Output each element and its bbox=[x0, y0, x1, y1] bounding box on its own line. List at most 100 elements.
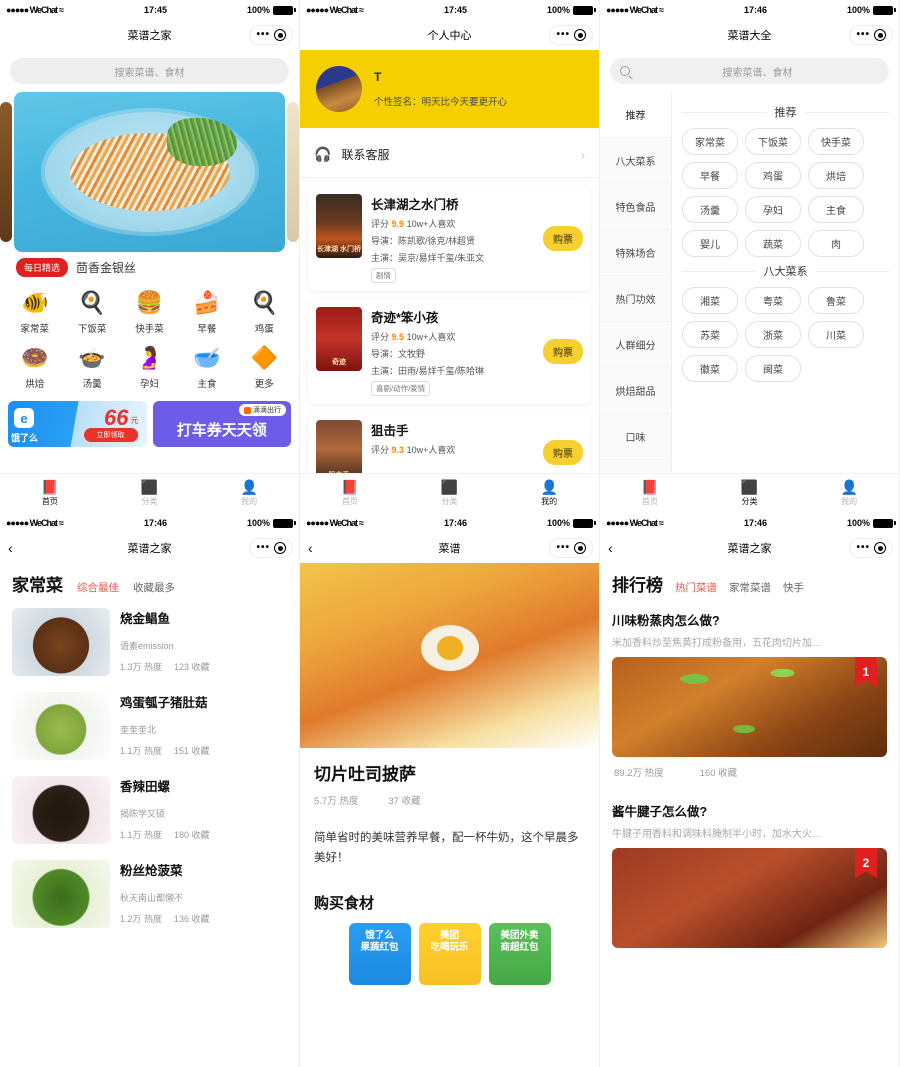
tab-home[interactable]: 📕 首页 bbox=[300, 474, 400, 513]
shop-card-meituan[interactable]: 美团 吃喝玩乐 bbox=[419, 923, 481, 985]
close-target-icon[interactable] bbox=[574, 29, 586, 41]
close-target-icon[interactable] bbox=[274, 542, 286, 554]
buy-ticket-button[interactable]: 购票 bbox=[543, 339, 583, 364]
sidebar-item-taste[interactable]: 口味 bbox=[600, 414, 671, 460]
banner-eleme[interactable]: e 饿了么 66 元 立即领取 bbox=[8, 401, 147, 447]
tag-pill[interactable]: 湘菜 bbox=[682, 287, 738, 314]
sidebar-item-demographics[interactable]: 人群细分 bbox=[600, 322, 671, 368]
tag-pill[interactable]: 徽菜 bbox=[682, 355, 738, 382]
list-item[interactable]: 烧金鲳鱼 语素emission 1.3万 热度 123 收藏 bbox=[0, 602, 299, 686]
category-item-staple[interactable]: 🥣 主食 bbox=[178, 340, 235, 393]
search-input[interactable]: 搜索菜谱、食材 bbox=[610, 58, 889, 84]
carousel-slide-image[interactable] bbox=[14, 92, 285, 252]
banner-didi[interactable]: 滴滴出行 打车券天天领 bbox=[153, 401, 292, 447]
tag-pill[interactable]: 下饭菜 bbox=[745, 128, 801, 155]
search-input[interactable]: 搜索菜谱、食材 bbox=[10, 58, 289, 84]
daily-pick-row[interactable]: 每日精选 茴香金银丝 bbox=[0, 252, 299, 279]
category-item-baking[interactable]: 🍩 烘焙 bbox=[6, 340, 63, 393]
tab-category[interactable]: ⬛ 分类 bbox=[400, 474, 500, 513]
sort-tab-best[interactable]: 综合最佳 bbox=[77, 580, 119, 595]
tag-pill[interactable]: 闽菜 bbox=[745, 355, 801, 382]
tag-pill[interactable]: 浙菜 bbox=[745, 321, 801, 348]
sidebar-item-special-occasion[interactable]: 特殊场合 bbox=[600, 230, 671, 276]
buy-ticket-button[interactable]: 购票 bbox=[543, 226, 583, 251]
tab-category[interactable]: ⬛ 分类 bbox=[100, 474, 200, 513]
tag-pill[interactable]: 家常菜 bbox=[682, 128, 738, 155]
more-dots-icon[interactable]: ••• bbox=[856, 543, 870, 553]
tab-profile[interactable]: 👤 我的 bbox=[799, 474, 899, 513]
more-dots-icon[interactable]: ••• bbox=[256, 543, 270, 553]
wechat-capsule[interactable]: ••• bbox=[549, 25, 593, 45]
wechat-capsule[interactable]: ••• bbox=[249, 25, 293, 45]
tag-pill[interactable]: 鸡蛋 bbox=[745, 162, 801, 189]
avatar[interactable] bbox=[316, 66, 362, 112]
more-dots-icon[interactable]: ••• bbox=[556, 543, 570, 553]
tag-pill[interactable]: 主食 bbox=[808, 196, 864, 223]
shop-card-eleme[interactable]: 饿了么 果蔬红包 bbox=[349, 923, 411, 985]
ranking-item[interactable]: 酱牛腱子怎么做? 牛腱子用香料和调味料腌制半小时，加水大火… 2 bbox=[600, 779, 899, 948]
sidebar-item-popular-effects[interactable]: 热门功效 bbox=[600, 276, 671, 322]
hero-carousel[interactable] bbox=[0, 92, 299, 252]
tag-pill[interactable]: 早餐 bbox=[682, 162, 738, 189]
tab-category[interactable]: ⬛ 分类 bbox=[700, 474, 800, 513]
wechat-capsule[interactable]: ••• bbox=[549, 538, 593, 558]
category-item-more[interactable]: 🔶 更多 bbox=[236, 340, 293, 393]
list-item[interactable]: 粉丝炝菠菜 秋天南山都懒不 1.2万 热度 136 收藏 bbox=[0, 854, 299, 938]
sidebar-item-eight-cuisines[interactable]: 八大菜系 bbox=[600, 138, 671, 184]
wechat-capsule[interactable]: ••• bbox=[849, 25, 893, 45]
list-item[interactable]: 鸡蛋瓠子猪肚菇 奎奎奎北 1.1万 热度 151 收藏 bbox=[0, 686, 299, 770]
wechat-capsule[interactable]: ••• bbox=[249, 538, 293, 558]
carousel-peek-right[interactable] bbox=[287, 102, 299, 242]
more-dots-icon[interactable]: ••• bbox=[856, 30, 870, 40]
tag-pill[interactable]: 川菜 bbox=[808, 321, 864, 348]
back-icon[interactable]: ‹ bbox=[308, 541, 313, 555]
tab-profile[interactable]: 👤 我的 bbox=[199, 474, 299, 513]
tag-pill[interactable]: 蔬菜 bbox=[745, 230, 801, 257]
shop-card-meituan-waimai[interactable]: 美团外卖 商超红包 bbox=[489, 923, 551, 985]
tag-pill[interactable]: 苏菜 bbox=[682, 321, 738, 348]
movie-card[interactable]: 奇迹 奇迹*笨小孩 评分 9.5 10w+人喜欢 导演：文牧野 主演：田雨/易烊… bbox=[308, 299, 591, 404]
sidebar-item-baking-desserts[interactable]: 烘焙甜品 bbox=[600, 368, 671, 414]
back-icon[interactable]: ‹ bbox=[608, 541, 613, 555]
close-target-icon[interactable] bbox=[874, 29, 886, 41]
category-item-home-cooking[interactable]: 🐠 家常菜 bbox=[6, 285, 63, 338]
sort-tab-most-favorited[interactable]: 收藏最多 bbox=[133, 580, 175, 595]
tab-quick-recipes[interactable]: 快手 bbox=[783, 580, 804, 595]
category-item-breakfast[interactable]: 🍰 早餐 bbox=[178, 285, 235, 338]
list-item[interactable]: 香辣田螺 揭陈学又硕 1.1万 热度 180 收藏 bbox=[0, 770, 299, 854]
category-item-pregnant[interactable]: 🤰 孕妇 bbox=[121, 340, 178, 393]
close-target-icon[interactable] bbox=[874, 542, 886, 554]
tag-pill[interactable]: 汤羹 bbox=[682, 196, 738, 223]
tag-pill[interactable]: 婴儿 bbox=[682, 230, 738, 257]
ranking-item[interactable]: 川味粉蒸肉怎么做? 米加香料炒至焦黄打成粉备用，五花肉切片加… 1 89.2万 … bbox=[600, 600, 899, 779]
tab-home[interactable]: 📕 首页 bbox=[600, 474, 700, 513]
sidebar-item-recommend[interactable]: 推荐 bbox=[600, 92, 671, 138]
carousel-peek-left[interactable] bbox=[0, 102, 12, 242]
wechat-capsule[interactable]: ••• bbox=[849, 538, 893, 558]
category-item-soup[interactable]: 🍲 汤羹 bbox=[63, 340, 120, 393]
category-item-quick-dishes[interactable]: 🍔 快手菜 bbox=[121, 285, 178, 338]
close-target-icon[interactable] bbox=[574, 542, 586, 554]
tab-profile[interactable]: 👤 我的 bbox=[499, 474, 599, 513]
category-item-egg[interactable]: 🍳 鸡蛋 bbox=[236, 285, 293, 338]
more-dots-icon[interactable]: ••• bbox=[556, 30, 570, 40]
contact-support-row[interactable]: 🎧 联系客服 › bbox=[300, 132, 599, 178]
movie-card[interactable]: 长津湖 水门桥 长津湖之水门桥 评分 9.9 10w+人喜欢 导演：陈凯歌/徐克… bbox=[308, 186, 591, 291]
buy-ticket-button[interactable]: 购票 bbox=[543, 440, 583, 465]
category-item-rice-dishes[interactable]: 🍳 下饭菜 bbox=[63, 285, 120, 338]
tab-popular-recipes[interactable]: 热门菜谱 bbox=[675, 580, 717, 595]
tag-pill[interactable]: 快手菜 bbox=[808, 128, 864, 155]
tab-home-recipes[interactable]: 家常菜谱 bbox=[729, 580, 771, 595]
sidebar-item-specialty-food[interactable]: 特色食品 bbox=[600, 184, 671, 230]
more-dots-icon[interactable]: ••• bbox=[256, 30, 270, 40]
close-target-icon[interactable] bbox=[274, 29, 286, 41]
tag-pill[interactable]: 肉 bbox=[808, 230, 864, 257]
back-icon[interactable]: ‹ bbox=[8, 541, 13, 555]
tag-pill[interactable]: 粤菜 bbox=[745, 287, 801, 314]
banner-cta[interactable]: 立即领取 bbox=[83, 427, 139, 443]
tab-home[interactable]: 📕 首页 bbox=[0, 474, 100, 513]
tag-pill[interactable]: 孕妇 bbox=[745, 196, 801, 223]
tag-pill[interactable]: 烘培 bbox=[808, 162, 864, 189]
tag-pill[interactable]: 鲁菜 bbox=[808, 287, 864, 314]
sidebar-item-ingredients[interactable]: 食材 bbox=[600, 460, 671, 472]
